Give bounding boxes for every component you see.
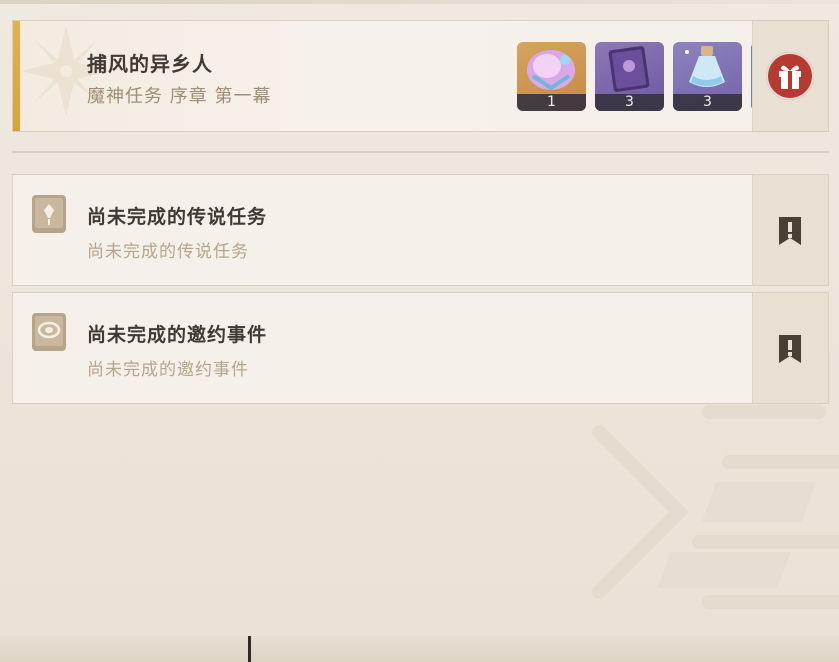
top-edge [0,0,839,4]
potion-bottle-icon [685,46,725,87]
flag-exclamation-icon [779,335,801,363]
bottom-strip [0,636,839,662]
quest-screen: 捕风的异乡人 魔神任务 序章 第一幕 1 3 3 尚未完成的传说任务 尚未完成的… [0,0,839,662]
purple-book-icon [608,46,650,92]
section-separator [12,151,829,153]
reward-item[interactable]: 3 [595,42,664,111]
flag-exclamation-icon [779,217,801,245]
item-side-panel [752,175,828,285]
gift-icon [779,65,801,89]
claim-reward-button[interactable] [766,52,814,100]
item-side-panel [752,293,828,403]
reward-count: 3 [673,94,742,111]
quest-subtitle: 魔神任务 序章 第一幕 [87,86,272,107]
reward-count: 3 [595,94,664,111]
item-title: 尚未完成的传说任务 [87,206,268,228]
list-item-legend-quests[interactable]: 尚未完成的传说任务 尚未完成的传说任务 [12,174,829,286]
item-title: 尚未完成的邀约事件 [87,324,268,346]
legend-book-icon [32,195,66,233]
item-subtitle: 尚未完成的邀约事件 [87,360,249,380]
quest-title: 捕风的异乡人 [87,52,213,76]
main-quest-card[interactable]: 捕风的异乡人 魔神任务 序章 第一幕 1 3 3 [12,20,829,132]
reward-count: 1 [517,94,586,111]
crystal-gem-icon [527,50,575,91]
reward-item[interactable]: 3 [673,42,742,111]
reward-item[interactable]: 1 [517,42,586,111]
hangout-book-icon [32,313,66,351]
item-subtitle: 尚未完成的传说任务 [87,242,249,262]
list-item-hangout-events[interactable]: 尚未完成的邀约事件 尚未完成的邀约事件 [12,292,829,404]
quest-accent-bar [13,21,20,131]
bottom-marker [248,636,251,662]
gift-panel [752,21,828,131]
background-decoration [592,405,839,609]
reward-list: 1 3 3 [517,42,753,112]
